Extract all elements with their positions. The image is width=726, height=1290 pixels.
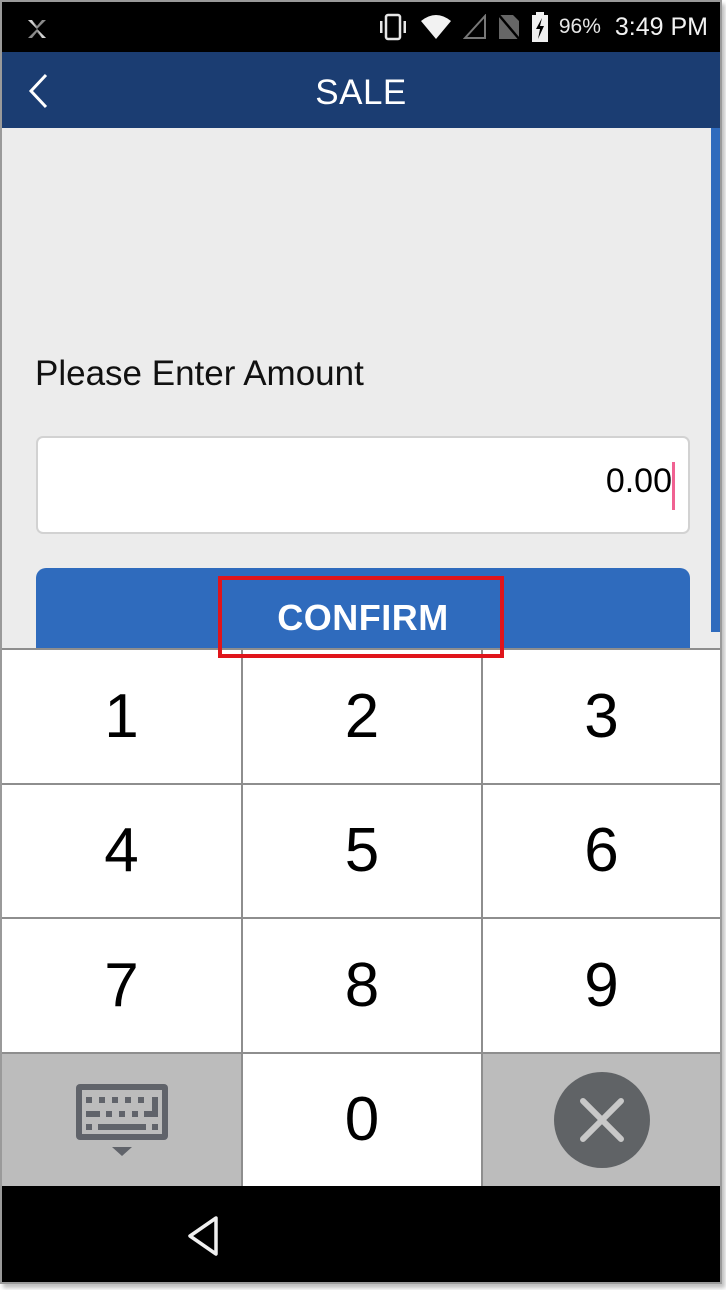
vibrate-icon — [379, 13, 406, 41]
app-logo-icon — [28, 20, 46, 38]
key-2[interactable]: 2 — [243, 650, 481, 783]
page-title: SALE — [315, 73, 407, 112]
key-1[interactable]: 1 — [2, 650, 241, 783]
amount-value: 0.00 — [605, 462, 672, 500]
navigation-bar — [2, 1186, 720, 1282]
key-8[interactable]: 8 — [243, 919, 481, 1052]
key-0[interactable]: 0 — [243, 1053, 481, 1186]
wifi-icon — [420, 15, 451, 39]
nav-back-icon[interactable] — [184, 1214, 224, 1258]
phone-screen: 96% 3:49 PM SALE Please Enter Amount 0.0… — [0, 0, 722, 1284]
no-signal-icon — [462, 14, 486, 39]
status-bar: 96% 3:49 PM — [2, 2, 720, 52]
sale-content: Please Enter Amount 0.00 CONFIRM — [2, 128, 720, 668]
app-header: SALE — [2, 52, 720, 128]
battery-charging-icon — [531, 12, 548, 42]
numeric-keypad: 1 2 3 4 5 6 7 8 9 0 — [2, 648, 720, 1186]
key-7[interactable]: 7 — [2, 919, 241, 1052]
key-6[interactable]: 6 — [483, 784, 720, 917]
clear-button[interactable] — [483, 1053, 720, 1186]
key-4[interactable]: 4 — [2, 784, 241, 917]
clock: 3:49 PM — [614, 12, 708, 41]
no-sim-icon — [496, 13, 521, 41]
keyboard-hide-icon — [75, 1083, 168, 1156]
key-5[interactable]: 5 — [243, 784, 481, 917]
key-9[interactable]: 9 — [483, 919, 720, 1052]
amount-input[interactable]: 0.00 — [36, 436, 690, 534]
text-cursor — [672, 462, 675, 510]
amount-prompt: Please Enter Amount — [35, 354, 364, 393]
battery-percent: 96% — [558, 15, 601, 38]
key-3[interactable]: 3 — [483, 650, 720, 783]
scrollbar[interactable] — [711, 128, 720, 632]
clear-icon — [553, 1071, 650, 1168]
hide-keyboard-button[interactable] — [2, 1053, 241, 1186]
